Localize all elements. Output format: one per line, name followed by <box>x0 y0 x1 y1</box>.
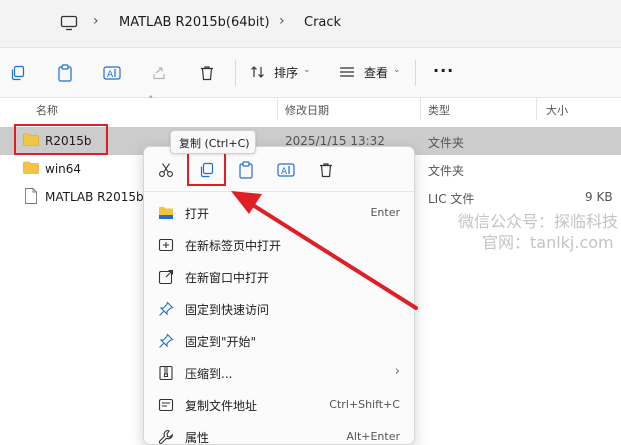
file-name: MATLAB R2015b <box>45 190 144 204</box>
cut-icon <box>159 163 173 177</box>
menu-item-pin-start[interactable]: 固定到"开始" <box>144 325 414 357</box>
menu-item-open-new-window[interactable]: 在新窗口中打开 <box>144 261 414 293</box>
file-icon <box>25 188 37 204</box>
new-tab-icon <box>158 238 174 252</box>
svg-text:A: A <box>107 70 114 80</box>
properties-icon <box>158 429 173 444</box>
menu-item-label: 压缩到... <box>185 367 233 381</box>
paste-icon <box>239 161 253 179</box>
paste-icon <box>58 64 72 82</box>
paste-button[interactable] <box>235 159 257 181</box>
open-folder-icon <box>159 207 173 219</box>
cut-button[interactable] <box>155 159 177 181</box>
menu-item-shortcut: Enter <box>370 206 400 219</box>
delete-icon <box>320 163 332 178</box>
command-bar: A 排序 ⌄ 查看 ⌄ ··· <box>0 48 621 98</box>
menu-item-open-new-tab[interactable]: 在新标签页中打开 <box>144 229 414 261</box>
chevron-right-icon: › <box>394 364 400 379</box>
menu-item-pin-quick-access[interactable]: 固定到快速访问 <box>144 293 414 325</box>
view-icon <box>340 67 354 77</box>
file-type: LIC 文件 <box>428 192 475 206</box>
menu-item-label: 属性 <box>185 431 210 445</box>
menu-item-label: 在新标签页中打开 <box>185 239 282 253</box>
rename-button[interactable]: A <box>101 62 123 84</box>
this-pc-icon[interactable] <box>60 14 78 32</box>
folder-icon <box>23 161 39 174</box>
sort-label: 排序 <box>274 66 299 80</box>
delete-button[interactable] <box>196 62 218 84</box>
copy-tooltip: 复制 (Ctrl+C) <box>170 130 256 154</box>
column-headers: ˄ 名称 修改日期 类型 大小 <box>0 94 621 120</box>
copy-button[interactable] <box>7 62 29 84</box>
column-name-header[interactable]: 名称 <box>36 102 58 118</box>
watermark-line2: 官网：tanlkj.com <box>482 233 614 252</box>
rename-icon: A <box>277 163 295 177</box>
file-type: 文件夹 <box>428 164 465 178</box>
menu-item-compress[interactable]: 压缩到... › <box>144 357 414 389</box>
share-button[interactable] <box>148 62 170 84</box>
delete-icon <box>201 66 213 81</box>
zip-icon <box>159 365 173 381</box>
menu-item-copy-path[interactable]: 复制文件地址 Ctrl+Shift+C <box>144 389 414 421</box>
breadcrumb-chevron-icon[interactable]: › <box>279 13 293 33</box>
file-size: 9 KB <box>585 190 613 204</box>
column-divider[interactable] <box>420 98 421 120</box>
menu-item-label: 打开 <box>185 207 210 221</box>
context-menu: A 打开 Enter 在新标签页中打开 在新窗口中打开 固定到快速访问 固定到"… <box>143 146 415 445</box>
breadcrumb-matlab[interactable]: MATLAB R2015b(64bit) <box>119 15 270 30</box>
view-label: 查看 <box>364 66 389 80</box>
menu-item-shortcut: Alt+Enter <box>346 430 400 443</box>
sort-icon <box>251 66 264 78</box>
breadcrumb-chevron-icon[interactable]: › <box>93 13 107 33</box>
pin-start-icon <box>159 333 174 348</box>
new-window-icon <box>158 269 174 285</box>
address-bar[interactable]: › MATLAB R2015b(64bit) › Crack <box>0 0 621 48</box>
copy-path-icon <box>158 398 174 412</box>
copy-icon <box>11 65 25 81</box>
more-options-icon[interactable]: ··· <box>433 61 454 80</box>
column-modified-header[interactable]: 修改日期 <box>285 102 329 118</box>
delete-button[interactable] <box>315 159 337 181</box>
highlight-box-r2015b <box>14 124 108 155</box>
menu-item-shortcut: Ctrl+Shift+C <box>329 398 400 411</box>
toolbar-divider <box>415 60 416 86</box>
sort-indicator-icon: ˄ <box>148 94 154 107</box>
share-icon <box>153 67 165 80</box>
menu-item-label: 固定到快速访问 <box>185 303 270 317</box>
paste-button[interactable] <box>54 62 76 84</box>
menu-item-label: 固定到"开始" <box>185 335 257 349</box>
column-size-header[interactable]: 大小 <box>546 102 568 118</box>
menu-item-label: 在新窗口中打开 <box>185 271 270 285</box>
column-divider[interactable] <box>277 98 278 120</box>
file-type: 文件夹 <box>428 136 465 150</box>
rename-button[interactable]: A <box>275 159 297 181</box>
svg-text:A: A <box>281 167 288 177</box>
toolbar-divider <box>235 60 236 86</box>
column-divider[interactable] <box>536 98 537 120</box>
breadcrumb-crack[interactable]: Crack <box>304 15 341 30</box>
highlight-box-copy <box>187 151 226 186</box>
chevron-down-icon: ⌄ <box>303 65 311 75</box>
menu-item-label: 复制文件地址 <box>185 399 258 413</box>
menu-item-open[interactable]: 打开 Enter <box>144 197 414 229</box>
menu-item-properties[interactable]: 属性 Alt+Enter <box>144 421 414 445</box>
rename-icon: A <box>103 66 121 80</box>
chevron-down-icon: ⌄ <box>393 65 401 75</box>
column-type-header[interactable]: 类型 <box>428 102 450 118</box>
pin-icon <box>159 301 174 316</box>
file-name: win64 <box>45 162 82 176</box>
